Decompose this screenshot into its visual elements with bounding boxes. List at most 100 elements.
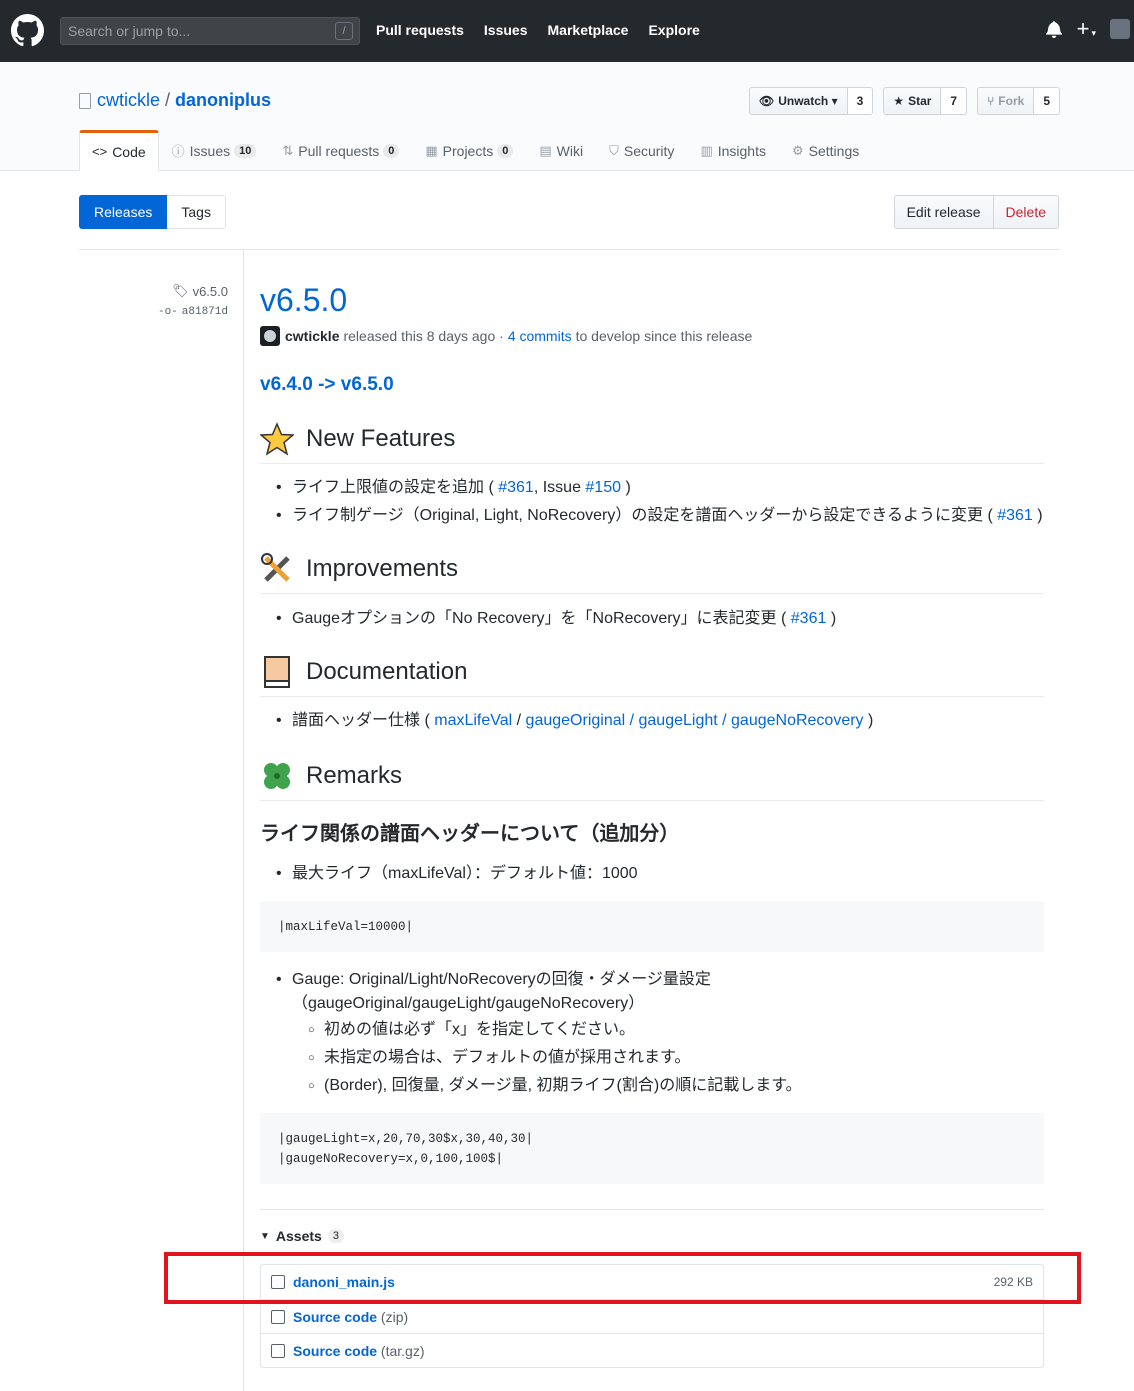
user-avatar[interactable]	[1110, 19, 1130, 39]
item-text: )	[621, 479, 631, 496]
book-icon	[264, 656, 290, 688]
tags-tab[interactable]: Tags	[167, 195, 226, 229]
commit-sha: a81871d	[181, 306, 228, 318]
sub-list: 初めの値は必ず「x」を指定してください。 未指定の場合は、デフォルトの値が採用さ…	[308, 1016, 802, 1100]
star-group: ★ Star 7	[883, 87, 968, 115]
asset-download-link[interactable]: danoni_main.js	[293, 1274, 395, 1290]
path-separator: /	[165, 90, 171, 110]
commit-link[interactable]: -o-a81871d	[80, 306, 228, 318]
assets-label: Assets	[275, 1228, 322, 1244]
fork-count[interactable]: 5	[1034, 87, 1060, 115]
fork-button[interactable]: ⑂ Fork	[977, 87, 1035, 115]
star-label: Star	[908, 94, 932, 108]
asset-name: Source code	[293, 1308, 378, 1325]
repo-name-link[interactable]: danoniplus	[175, 90, 271, 111]
triangle-down-icon: ▼	[260, 1230, 270, 1242]
tab-label: Insights	[717, 142, 766, 159]
tab-label: Security	[623, 142, 675, 159]
tag-icon: 🏷	[172, 283, 189, 298]
item-text: , Issue	[533, 479, 586, 496]
nav-pull-requests[interactable]: Pull requests	[376, 22, 464, 38]
project-icon: ▦	[425, 142, 438, 158]
author-link[interactable]: cwtickle	[285, 328, 339, 344]
issue-link[interactable]: #361	[791, 610, 827, 627]
author-avatar[interactable]	[260, 326, 280, 346]
fork-label: Fork	[998, 94, 1025, 108]
item-text: )	[826, 610, 837, 627]
doc-link[interactable]: maxLifeVal	[434, 712, 512, 729]
watch-count[interactable]: 3	[847, 87, 874, 115]
plus-icon: +	[1076, 16, 1090, 41]
nav-explore[interactable]: Explore	[648, 22, 699, 38]
issue-link[interactable]: #150	[585, 479, 621, 496]
tab-issues[interactable]: ⓘ Issues 10	[159, 130, 270, 171]
release-title[interactable]: v6.5.0	[260, 282, 347, 318]
compare-link[interactable]: v6.4.0 -> v6.5.0	[260, 374, 394, 396]
divider	[79, 249, 1059, 250]
tag-link[interactable]: 🏷 v6.5.0	[80, 283, 228, 299]
tab-label: Pull requests	[298, 142, 380, 159]
notifications-bell-icon[interactable]	[1045, 20, 1063, 38]
asset-format: (zip)	[380, 1308, 409, 1325]
tab-insights[interactable]: ▥ Insights	[687, 130, 779, 171]
delete-release-button[interactable]: Delete	[993, 195, 1059, 229]
commits-link[interactable]: 4 commits	[508, 328, 572, 344]
tab-security[interactable]: ⛉ Security	[596, 130, 687, 171]
search-box[interactable]: /	[60, 17, 360, 45]
improvements-heading: Improvements	[260, 552, 1044, 594]
github-logo-icon[interactable]	[11, 14, 44, 47]
list-item: 譜面ヘッダー仕様 ( maxLifeVal / gaugeOriginal / …	[276, 707, 873, 735]
source-zip-link[interactable]: Source code (zip)	[293, 1309, 408, 1325]
since-text: to develop since this release	[575, 328, 753, 344]
nav-issues[interactable]: Issues	[484, 22, 528, 38]
tab-label: Settings	[808, 142, 860, 159]
search-input[interactable]	[61, 18, 331, 44]
repo-owner-link[interactable]: cwtickle	[97, 90, 160, 111]
release-header: v6.5.0 cwtickle released this 8 days ago…	[260, 280, 1044, 346]
pulls-count: 0	[383, 143, 400, 158]
release-edit-actions: Edit release Delete	[893, 195, 1059, 229]
four-leaf-clover-icon	[264, 763, 290, 789]
asset-size: 292 KB	[993, 1275, 1033, 1289]
item-text: ライフ制ゲージ（Original, Light, NoRecovery）の設定を…	[292, 507, 998, 524]
list-item: 最大ライフ（maxLifeVal）：デフォルト値：1000	[276, 860, 638, 888]
issue-link[interactable]: #361	[997, 507, 1033, 524]
remarks-list-1: 最大ライフ（maxLifeVal）：デフォルト値：1000	[276, 860, 638, 888]
released-text: released this 8 days ago ·	[343, 328, 504, 344]
tab-label: Issues	[189, 142, 231, 159]
assets-toggle[interactable]: ▼ Assets 3	[260, 1228, 344, 1244]
tab-pull-requests[interactable]: ⇅ Pull requests 0	[269, 130, 412, 171]
graph-icon: ▥	[700, 142, 713, 158]
source-targz-link[interactable]: Source code (tar.gz)	[293, 1343, 425, 1359]
git-pull-request-icon: ⇅	[282, 142, 294, 158]
tab-code[interactable]: <> Code	[79, 130, 159, 171]
edit-release-button[interactable]: Edit release	[893, 195, 994, 229]
eye-icon: 👁	[758, 94, 775, 108]
documentation-heading: Documentation	[260, 655, 1044, 697]
slash-shortcut-key: /	[335, 22, 353, 40]
tab-settings[interactable]: ⚙ Settings	[779, 130, 872, 171]
releases-tab[interactable]: Releases	[79, 195, 168, 229]
issue-opened-icon: ⓘ	[171, 144, 185, 159]
issue-link[interactable]: #361	[498, 479, 534, 496]
item-text: )	[1032, 507, 1043, 524]
doc-link[interactable]: gaugeOriginal / gaugeLight / gaugeNoReco…	[526, 712, 864, 729]
section-title: Remarks	[306, 762, 403, 789]
section-title: Improvements	[306, 555, 459, 582]
item-text: Gauge: Original/Light/NoRecoveryの回復・ダメージ…	[292, 971, 711, 988]
create-new-dropdown[interactable]: + ▾	[1076, 16, 1096, 41]
nav-marketplace[interactable]: Marketplace	[548, 22, 629, 38]
star-count[interactable]: 7	[941, 87, 968, 115]
tab-label: Projects	[442, 142, 494, 159]
tab-label: Code	[112, 143, 146, 160]
unwatch-button[interactable]: 👁 Unwatch ▾	[748, 87, 848, 115]
improvements-list: Gaugeオプションの「No Recovery」を「NoRecovery」に表記…	[276, 605, 836, 633]
item-text: （gaugeOriginal/gaugeLight/gaugeNoRecover…	[292, 995, 645, 1012]
tab-projects[interactable]: ▦ Projects 0	[412, 130, 526, 171]
global-header: / Pull requests Issues Marketplace Explo…	[0, 0, 1134, 62]
tab-wiki[interactable]: ▤ Wiki	[526, 130, 596, 171]
watch-group: 👁 Unwatch ▾ 3	[748, 87, 874, 115]
code-line: |gaugeNoRecovery=x,0,100,100$|	[278, 1152, 504, 1166]
remarks-subheading: ライフ関係の譜面ヘッダーについて（追加分）	[260, 823, 680, 845]
star-button[interactable]: ★ Star	[883, 87, 942, 115]
